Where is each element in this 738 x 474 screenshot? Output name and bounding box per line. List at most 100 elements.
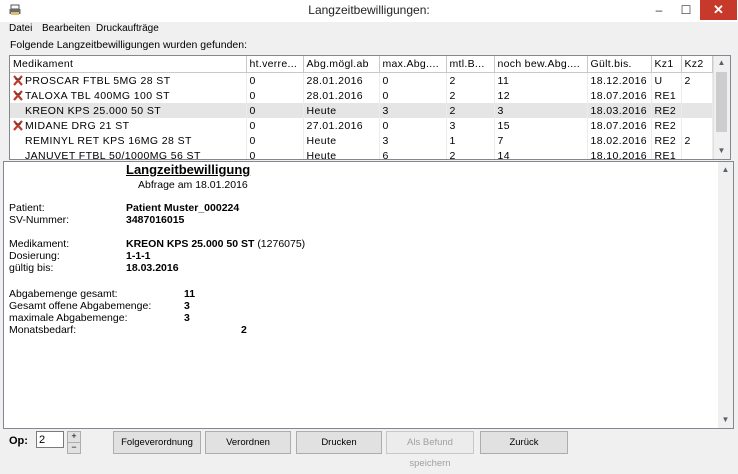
scroll-down-icon[interactable]: ▼ [714,146,729,155]
table-cell: MIDANE DRG 21 ST [10,118,247,133]
table-cell: RE1 [651,88,682,103]
back-button[interactable]: Zurück [480,431,568,454]
scroll-thumb[interactable] [716,72,727,132]
medication-name: JANUVET FTBL 50/1000MG 56 ST [25,149,201,160]
table-cell: Heute [303,148,380,159]
sv-value: 3487016015 [126,214,185,226]
table-cell: 7 [494,133,588,148]
table-cell: 3 [379,133,447,148]
dosage-value: 1-1-1 [126,250,151,262]
table-cell: 3 [379,103,447,118]
table-cell: 0 [246,118,304,133]
scroll-up-icon[interactable]: ▲ [718,165,733,174]
column-header[interactable]: noch bew.Abg.... [494,56,588,73]
table-cell: Heute [303,103,380,118]
table-cell: RE2 [651,133,682,148]
table-cell: 2 [681,72,713,88]
max-amount-value: 3 [184,312,190,324]
table-cell: 12 [494,88,588,103]
op-quantity-input[interactable] [36,431,64,448]
table-cell: 14 [494,148,588,159]
medication-name: KREON KPS 25.000 50 ST [25,104,162,117]
table-cell: 28.01.2016 [303,88,380,103]
table-cell: Heute [303,133,380,148]
prescribe-button[interactable]: Verordnen [205,431,291,454]
column-header[interactable]: Medikament [10,56,247,73]
follow-up-prescription-button[interactable]: Folgeverordnung [113,431,201,454]
table-cell: 0 [246,133,304,148]
table-cell: 2 [446,148,495,159]
column-header[interactable]: Kz2 [681,56,713,73]
blocked-x-icon [13,89,23,101]
menu-bearbeiten[interactable]: Bearbeiten [42,23,90,34]
table-cell [681,118,713,133]
print-button[interactable]: Drucken [296,431,382,454]
maximize-button[interactable]: ☐ [672,0,700,20]
table-cell: PROSCAR FTBL 5MG 28 ST [10,72,247,88]
table-cell: 3 [446,118,495,133]
doc-title: Langzeitbewilligung [126,162,251,177]
table-cell: RE2 [651,103,682,118]
table-cell: 0 [379,88,447,103]
table-row[interactable]: PROSCAR FTBL 5MG 28 ST 0 28.01.2016 0 2 11 18.… [10,72,713,88]
monthly-need-value: 2 [241,324,247,336]
total-amount-value: 11 [184,288,196,300]
table-cell: 2 [446,88,495,103]
menu-druckauftraege[interactable]: Druckaufträge [96,23,159,34]
table-cell: TALOXA TBL 400MG 100 ST [10,88,247,103]
medication-value: KREON KPS 25.000 50 ST [126,238,255,250]
table-cell: REMINYL RET KPS 16MG 28 ST [10,133,247,148]
sv-label: SV-Nummer: [9,214,70,226]
menu-datei[interactable]: Datei [9,23,32,34]
table-cell: 0 [246,103,304,118]
minimize-button[interactable]: – [645,0,673,20]
table-cell: 15 [494,118,588,133]
table-cell [681,103,713,118]
patient-value: Patient Muster_000224 [126,202,240,214]
dosage-label: Dosierung: [9,250,60,262]
column-header[interactable]: mtl.B... [446,56,495,73]
table-cell: 0 [246,148,304,159]
table-row[interactable]: KREON KPS 25.000 50 ST 0 Heute 3 2 3 18.03.201… [10,103,713,118]
blocked-x-icon [13,74,23,86]
scroll-down-icon[interactable]: ▼ [718,415,733,424]
table-cell: 2 [446,103,495,118]
table-cell: 18.10.2016 [587,148,652,159]
table-row[interactable]: JANUVET FTBL 50/1000MG 56 ST 0 Heute 6 2 14 18… [10,148,713,160]
table-cell: JANUVET FTBL 50/1000MG 56 ST [10,148,247,160]
open-amount-value: 3 [184,300,190,312]
table-cell: U [651,72,682,88]
window-title: Langzeitbewilligungen: [308,3,430,17]
table-cell: 1 [446,133,495,148]
table-row[interactable]: MIDANE DRG 21 ST 0 27.01.2016 0 3 15 18.07.201… [10,118,713,133]
column-header[interactable]: ht.verre... [246,56,304,73]
close-button[interactable]: ✕ [700,0,737,20]
scroll-up-icon[interactable]: ▲ [714,58,729,67]
table-cell: 18.03.2016 [587,103,652,118]
table-cell: 6 [379,148,447,159]
title-bar: Langzeitbewilligungen: – ☐ ✕ [0,0,738,22]
table-scrollbar[interactable]: ▲ ▼ [713,56,730,159]
medication-field: KREON KPS 25.000 50 ST (1276075) [126,238,305,250]
document-scrollbar[interactable]: ▲ ▼ [718,162,733,428]
menu-bar: Datei Bearbeiten Druckaufträge [0,22,738,36]
open-amount-label: Gesamt offene Abgabemenge: [9,300,152,312]
save-as-finding-button[interactable]: Als Befund speichern [386,431,474,469]
table-header-row: Medikament ht.verre... Abg.mögl.ab max.Abg.… [10,56,713,73]
document-preview: Langzeitbewilligung Abfrage am 18.01.201… [3,161,734,429]
patient-label: Patient: [9,202,45,214]
table-cell: 27.01.2016 [303,118,380,133]
blocked-x-icon [13,119,23,131]
op-label: Op: [9,435,28,447]
medication-label: Medikament: [9,238,70,250]
column-header[interactable]: max.Abg.... [379,56,447,73]
doc-subtitle: Abfrage am 18.01.2016 [138,179,248,191]
op-decrement-button[interactable]: − [67,442,81,454]
column-header[interactable]: Gült.bis. [587,56,652,73]
table-row[interactable]: TALOXA TBL 400MG 100 ST 0 28.01.2016 0 2 12 18… [10,88,713,103]
table-cell: 18.07.2016 [587,118,652,133]
column-header[interactable]: Kz1 [651,56,682,73]
column-header[interactable]: Abg.mögl.ab [303,56,380,73]
table-row[interactable]: REMINYL RET KPS 16MG 28 ST 0 Heute 3 1 7 18.02… [10,133,713,148]
table-cell: RE2 [651,118,682,133]
